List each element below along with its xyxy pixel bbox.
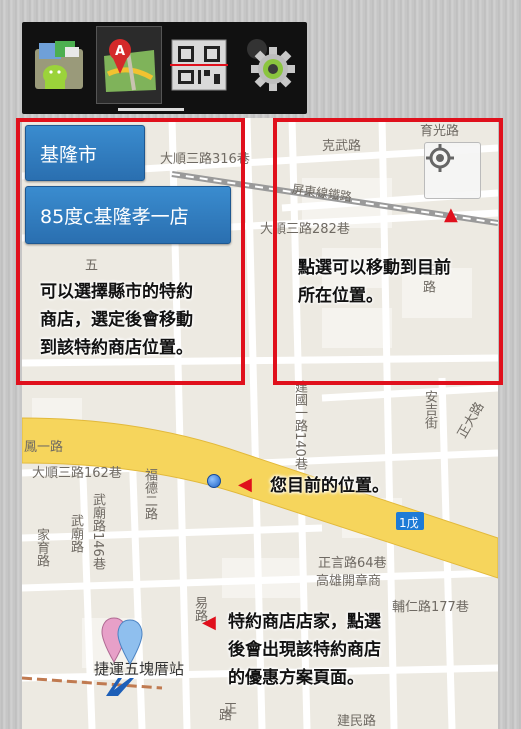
map-label: 安吉街: [422, 390, 437, 429]
store-pin-hint-text: 特約商店店家，點選 後會出現該特約商店 的優惠方案頁面。: [228, 612, 381, 688]
select-hint-text: 可以選擇縣市的特約 商店，選定後會移動 到該特約商店位置。: [40, 282, 193, 358]
map-label: 正言路64巷: [318, 556, 387, 571]
locate-hint-text: 點選可以移動到目前 所在位置。: [298, 258, 451, 306]
gear-icon: [247, 39, 295, 91]
map-label: 武廟路146巷: [90, 493, 105, 570]
tab-barcode-scanner[interactable]: [166, 26, 232, 104]
locate-annotation-box: [273, 118, 503, 385]
map-label: 建民路: [337, 714, 377, 729]
map-label: 家育路: [34, 528, 49, 567]
current-location-hint-text: 您目前的位置。: [270, 476, 389, 496]
map-label: 正: [224, 702, 238, 717]
store-pin-icon[interactable]: [100, 616, 152, 666]
barcode-scanner-icon: [170, 39, 228, 91]
current-location-dot: [207, 474, 221, 488]
metro-logo-icon: [106, 678, 134, 696]
map-label: 福德二路: [142, 468, 157, 520]
map-label: 建國一路140巷: [292, 380, 307, 470]
map-label: 武廟路: [68, 514, 83, 553]
map-label: 高雄開章商: [316, 574, 382, 589]
map-label: 大順三路162巷: [32, 466, 122, 481]
app-tab-bar: A: [22, 22, 307, 114]
android-bag-icon: [35, 41, 83, 89]
arrow-left-icon: ◀: [202, 612, 216, 633]
tab-settings[interactable]: [236, 26, 302, 104]
map-label: 輔仁路177巷: [392, 600, 469, 615]
arrow-left-icon: ◀: [238, 474, 252, 495]
tab-map[interactable]: A: [96, 26, 162, 104]
route-marker-label: 1戊: [399, 516, 419, 530]
svg-text:A: A: [115, 44, 125, 59]
map-pin-icon: A: [104, 39, 156, 92]
map-label: 鳳一路: [24, 440, 64, 455]
active-tab-indicator: [118, 108, 184, 111]
tab-android-bag[interactable]: [26, 26, 92, 104]
arrow-up-icon: ▲: [444, 204, 458, 225]
